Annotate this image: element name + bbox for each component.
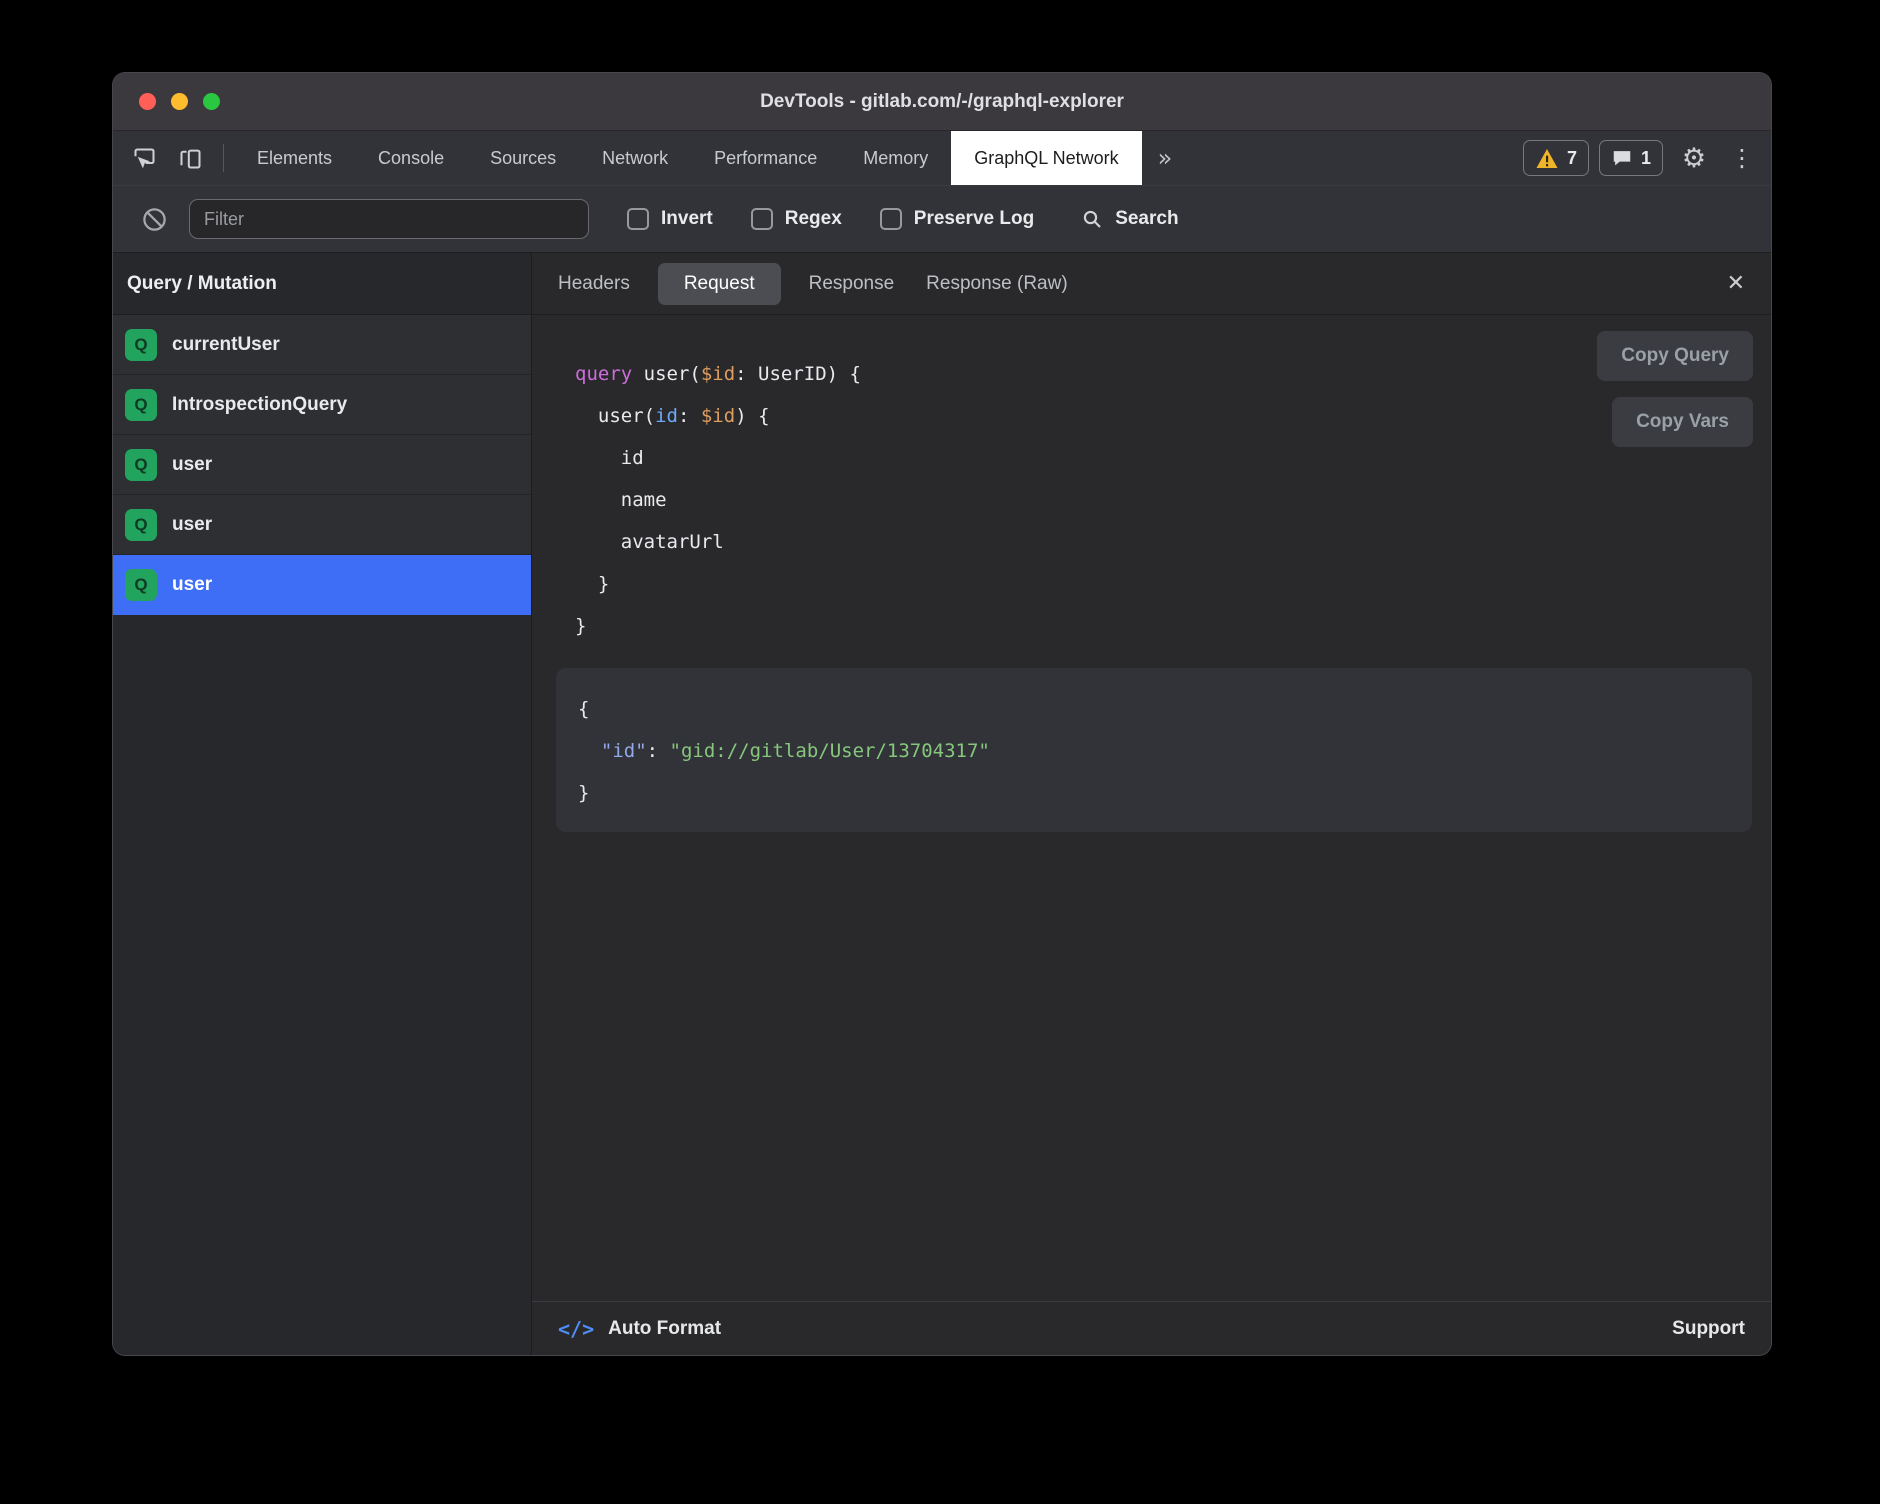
- warnings-count: 7: [1567, 148, 1577, 169]
- code-format-icon: </>: [558, 1317, 594, 1341]
- tabbar-right-cluster: 7 1 ⚙ ⋮: [1523, 131, 1771, 185]
- search-icon: [1080, 207, 1104, 231]
- warning-icon: [1535, 148, 1559, 169]
- tab-elements[interactable]: Elements: [234, 131, 355, 185]
- toolbar-divider: [223, 144, 224, 172]
- inspect-cursor-icon: [131, 145, 158, 172]
- variables-box: { "id": "gid://gitlab/User/13704317"}: [556, 668, 1752, 832]
- copy-buttons: Copy Query Copy Vars: [1597, 331, 1753, 447]
- tab-console[interactable]: Console: [355, 131, 467, 185]
- traffic-lights: [139, 93, 220, 110]
- list-item-user-1[interactable]: Q user: [113, 435, 531, 495]
- operation-name: IntrospectionQuery: [172, 394, 347, 416]
- detail-footer: </> Auto Format Support: [532, 1301, 1771, 1355]
- device-toolbar-button[interactable]: [167, 131, 213, 185]
- messages-count: 1: [1641, 148, 1651, 169]
- tab-headers[interactable]: Headers: [554, 263, 634, 305]
- zoom-window-button[interactable]: [203, 93, 220, 110]
- operation-name: user: [172, 514, 212, 536]
- tab-memory[interactable]: Memory: [840, 131, 951, 185]
- copy-vars-button[interactable]: Copy Vars: [1612, 397, 1753, 447]
- tab-response-raw[interactable]: Response (Raw): [922, 263, 1072, 305]
- close-window-button[interactable]: [139, 93, 156, 110]
- variables-json-code: { "id": "gid://gitlab/User/13704317"}: [578, 688, 1752, 814]
- tab-request[interactable]: Request: [658, 263, 781, 305]
- list-item-currentuser[interactable]: Q currentUser: [113, 315, 531, 375]
- invert-checkbox-group[interactable]: Invert: [627, 208, 713, 230]
- regex-checkbox[interactable]: [751, 208, 773, 230]
- titlebar: DevTools - gitlab.com/-/graphql-explorer: [113, 73, 1771, 131]
- detail-tabs: Headers Request Response Response (Raw) …: [532, 253, 1771, 315]
- detail-panel: Headers Request Response Response (Raw) …: [532, 253, 1771, 1355]
- device-toolbar-icon: [177, 145, 204, 172]
- graphql-query-code: query user($id: UserID) { user(id: $id) …: [575, 353, 1771, 647]
- devtools-tabbar: Elements Console Sources Network Perform…: [113, 131, 1771, 185]
- preserve-log-checkbox-group[interactable]: Preserve Log: [880, 208, 1034, 230]
- operation-name: currentUser: [172, 334, 280, 356]
- kebab-menu-icon[interactable]: ⋮: [1725, 137, 1759, 179]
- tab-performance[interactable]: Performance: [691, 131, 840, 185]
- window-title: DevTools - gitlab.com/-/graphql-explorer: [113, 91, 1771, 113]
- operation-list: Q currentUser Q IntrospectionQuery Q use…: [113, 315, 531, 615]
- query-badge: Q: [125, 509, 157, 541]
- regex-label: Regex: [785, 208, 842, 230]
- warnings-badge[interactable]: 7: [1523, 140, 1589, 176]
- list-item-user-2[interactable]: Q user: [113, 495, 531, 555]
- operations-sidebar: Query / Mutation Q currentUser Q Introsp…: [113, 253, 532, 1355]
- close-panel-icon[interactable]: ✕: [1727, 271, 1745, 296]
- search-toggle[interactable]: Search: [1080, 207, 1178, 231]
- support-link[interactable]: Support: [1672, 1318, 1745, 1340]
- block-icon: [141, 206, 168, 233]
- filter-bar: Invert Regex Preserve Log Search: [113, 185, 1771, 253]
- query-badge: Q: [125, 449, 157, 481]
- clear-log-button[interactable]: [131, 206, 177, 233]
- list-item-introspectionquery[interactable]: Q IntrospectionQuery: [113, 375, 531, 435]
- devtools-window: DevTools - gitlab.com/-/graphql-explorer…: [113, 73, 1771, 1355]
- auto-format-toggle[interactable]: </> Auto Format: [558, 1317, 721, 1341]
- messages-badge[interactable]: 1: [1599, 140, 1663, 176]
- regex-checkbox-group[interactable]: Regex: [751, 208, 842, 230]
- preserve-log-checkbox[interactable]: [880, 208, 902, 230]
- invert-checkbox[interactable]: [627, 208, 649, 230]
- copy-query-button[interactable]: Copy Query: [1597, 331, 1753, 381]
- request-panel-body: Copy Query Copy Vars query user($id: Use…: [532, 315, 1771, 1301]
- settings-gear-icon[interactable]: ⚙: [1673, 137, 1715, 179]
- query-badge: Q: [125, 569, 157, 601]
- tab-response[interactable]: Response: [805, 263, 899, 305]
- tab-graphql-network[interactable]: GraphQL Network: [951, 131, 1141, 185]
- search-label: Search: [1115, 208, 1178, 230]
- minimize-window-button[interactable]: [171, 93, 188, 110]
- message-bubble-icon: [1611, 147, 1633, 169]
- preserve-log-label: Preserve Log: [914, 208, 1034, 230]
- tab-network[interactable]: Network: [579, 131, 691, 185]
- filter-input[interactable]: [189, 199, 589, 239]
- auto-format-label: Auto Format: [608, 1318, 721, 1340]
- inspect-element-button[interactable]: [121, 131, 167, 185]
- sidebar-header: Query / Mutation: [113, 253, 531, 315]
- more-tabs-icon[interactable]: »: [1142, 131, 1189, 185]
- tab-sources[interactable]: Sources: [467, 131, 579, 185]
- main-area: Query / Mutation Q currentUser Q Introsp…: [113, 253, 1771, 1355]
- list-item-user-3-selected[interactable]: Q user: [113, 555, 531, 615]
- invert-label: Invert: [661, 208, 713, 230]
- query-badge: Q: [125, 329, 157, 361]
- query-badge: Q: [125, 389, 157, 421]
- operation-name: user: [172, 574, 212, 596]
- operation-name: user: [172, 454, 212, 476]
